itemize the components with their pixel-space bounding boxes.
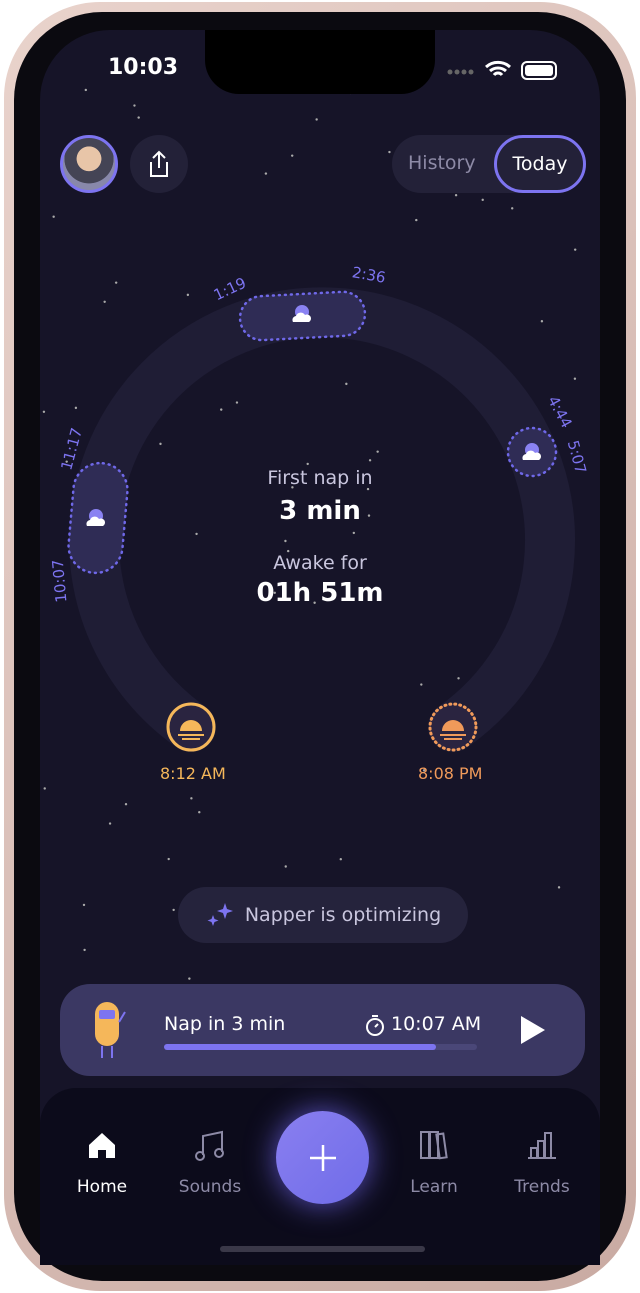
plus-icon	[309, 1144, 336, 1171]
home-indicator	[220, 1246, 425, 1252]
next-nap-time: 10:07 AM	[391, 1013, 482, 1035]
star	[188, 977, 191, 980]
nap-progress-bar	[164, 1044, 477, 1050]
first-nap-value: 3 min	[279, 496, 361, 526]
play-button[interactable]	[518, 1014, 548, 1046]
timer-icon	[366, 1015, 384, 1036]
nap-progress-fill	[164, 1044, 437, 1050]
tab-trends[interactable]: Trends	[492, 1125, 592, 1197]
star	[198, 810, 201, 814]
tab-learn[interactable]: Learn	[384, 1125, 484, 1197]
tab-home[interactable]: Home	[52, 1125, 152, 1197]
star	[339, 857, 342, 861]
tab-label: Home	[76, 1177, 128, 1197]
star	[557, 886, 561, 889]
star	[83, 948, 86, 952]
next-nap-card[interactable]: Nap in 3 min 10:07 AM	[60, 984, 585, 1076]
star	[284, 865, 287, 868]
awake-value: 01h 51m	[256, 578, 384, 608]
mascot-icon	[95, 1002, 126, 1058]
tab-label: Sounds	[178, 1177, 242, 1197]
books-icon	[420, 1131, 448, 1160]
tab-sounds[interactable]: Sounds	[160, 1125, 260, 1197]
first-nap-label: First nap in	[267, 467, 373, 489]
star	[124, 802, 128, 806]
star	[167, 857, 170, 861]
tab-label: Learn	[410, 1177, 458, 1197]
star	[172, 908, 175, 912]
music-note-icon	[195, 1130, 224, 1161]
star	[82, 903, 86, 907]
bedtime-time: 8:08 PM	[418, 764, 483, 783]
next-nap-label: Nap in 3 min	[164, 1013, 286, 1035]
home-icon	[89, 1133, 115, 1158]
add-button[interactable]	[276, 1111, 369, 1204]
bar-chart-icon	[528, 1132, 556, 1159]
notch	[205, 30, 435, 94]
sparkle-icon	[207, 903, 233, 926]
wake-time: 8:12 AM	[160, 764, 226, 783]
tab-label: Trends	[514, 1177, 570, 1197]
optimizing-label: Napper is optimizing	[244, 904, 442, 926]
bedtime-marker[interactable]	[428, 702, 478, 752]
wake-marker[interactable]	[166, 702, 216, 752]
awake-label: Awake for	[273, 552, 367, 574]
optimizing-pill: Napper is optimizing	[178, 887, 468, 943]
star	[108, 822, 112, 825]
